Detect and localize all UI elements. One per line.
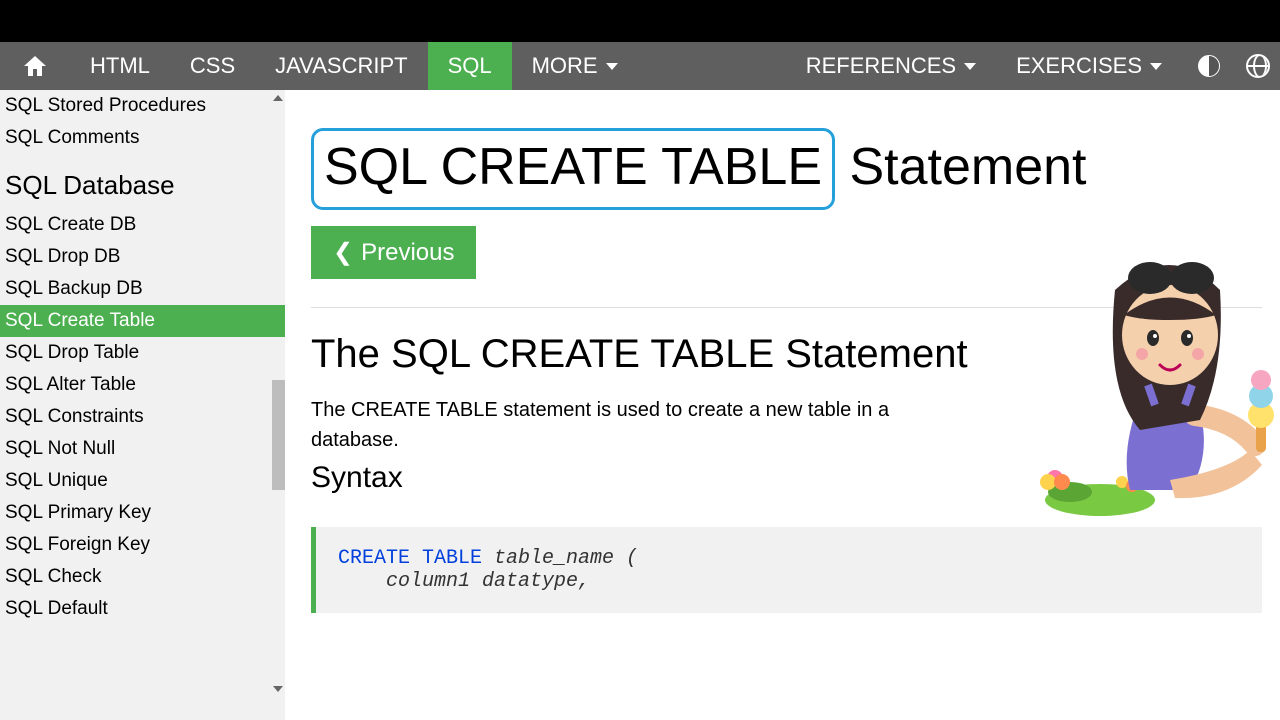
scroll-up-arrow-icon[interactable] [273,95,283,101]
nav-more-label: MORE [532,53,598,79]
caret-down-icon [606,63,618,70]
sidebar-item[interactable]: SQL Comments [0,122,285,154]
caret-down-icon [1150,63,1162,70]
sidebar: SQL Stored Procedures SQL Comments SQL D… [0,90,285,720]
main-content: SQL CREATE TABLE Statement ❮ Previous Th… [285,90,1280,720]
sidebar-item[interactable]: SQL Stored Procedures [0,90,285,122]
sidebar-item-unique[interactable]: SQL Unique [0,465,285,497]
sidebar-item-foreign-key[interactable]: SQL Foreign Key [0,529,285,561]
browser-black-bar [0,0,1280,42]
page-title: SQL CREATE TABLE Statement [311,128,1262,210]
sidebar-item-not-null[interactable]: SQL Not Null [0,433,285,465]
mascot-illustration [1020,220,1280,520]
code-block: CREATE TABLE table_name ( column1 dataty… [311,527,1262,613]
top-navigation: HTML CSS JAVASCRIPT SQL MORE REFERENCES … [0,42,1280,90]
title-rest: Statement [835,138,1086,196]
sidebar-item-constraints[interactable]: SQL Constraints [0,401,285,433]
sidebar-scrollbar-thumb[interactable] [272,380,285,490]
scroll-down-arrow-icon[interactable] [273,686,283,692]
sidebar-item-drop-table[interactable]: SQL Drop Table [0,337,285,369]
sidebar-item-create-table[interactable]: SQL Create Table [0,305,285,337]
sidebar-item-backup-db[interactable]: SQL Backup DB [0,273,285,305]
globe-icon [1246,54,1270,78]
nav-references[interactable]: REFERENCES [786,42,996,90]
code-keyword: CREATE TABLE [338,547,482,570]
nav-sql[interactable]: SQL [428,42,512,90]
nav-exercises[interactable]: EXERCISES [996,42,1182,90]
caret-down-icon [964,63,976,70]
sidebar-item-create-db[interactable]: SQL Create DB [0,209,285,241]
sidebar-item-check[interactable]: SQL Check [0,561,285,593]
previous-button[interactable]: ❮ Previous [311,226,476,279]
nav-javascript[interactable]: JAVASCRIPT [255,42,427,90]
language-button[interactable] [1236,42,1280,90]
sidebar-section-title: SQL Database [0,154,285,209]
home-button[interactable] [0,42,70,90]
nav-exercises-label: EXERCISES [1016,53,1142,79]
nav-references-label: REFERENCES [806,53,956,79]
code-text: column1 datatype, [338,570,590,593]
sidebar-item-alter-table[interactable]: SQL Alter Table [0,369,285,401]
home-icon [22,54,48,78]
code-text: table_name ( [482,547,638,570]
nav-css[interactable]: CSS [170,42,255,90]
nav-more[interactable]: MORE [512,42,638,90]
sidebar-item-primary-key[interactable]: SQL Primary Key [0,497,285,529]
nav-html[interactable]: HTML [70,42,170,90]
contrast-icon [1198,55,1220,77]
chevron-left-icon: ❮ [333,238,353,267]
section-paragraph: The CREATE TABLE statement is used to cr… [311,395,951,455]
theme-toggle[interactable] [1182,42,1236,90]
previous-label: Previous [361,239,454,267]
title-highlight-box: SQL CREATE TABLE [311,128,835,210]
sidebar-item-default[interactable]: SQL Default [0,593,285,625]
sidebar-item-drop-db[interactable]: SQL Drop DB [0,241,285,273]
